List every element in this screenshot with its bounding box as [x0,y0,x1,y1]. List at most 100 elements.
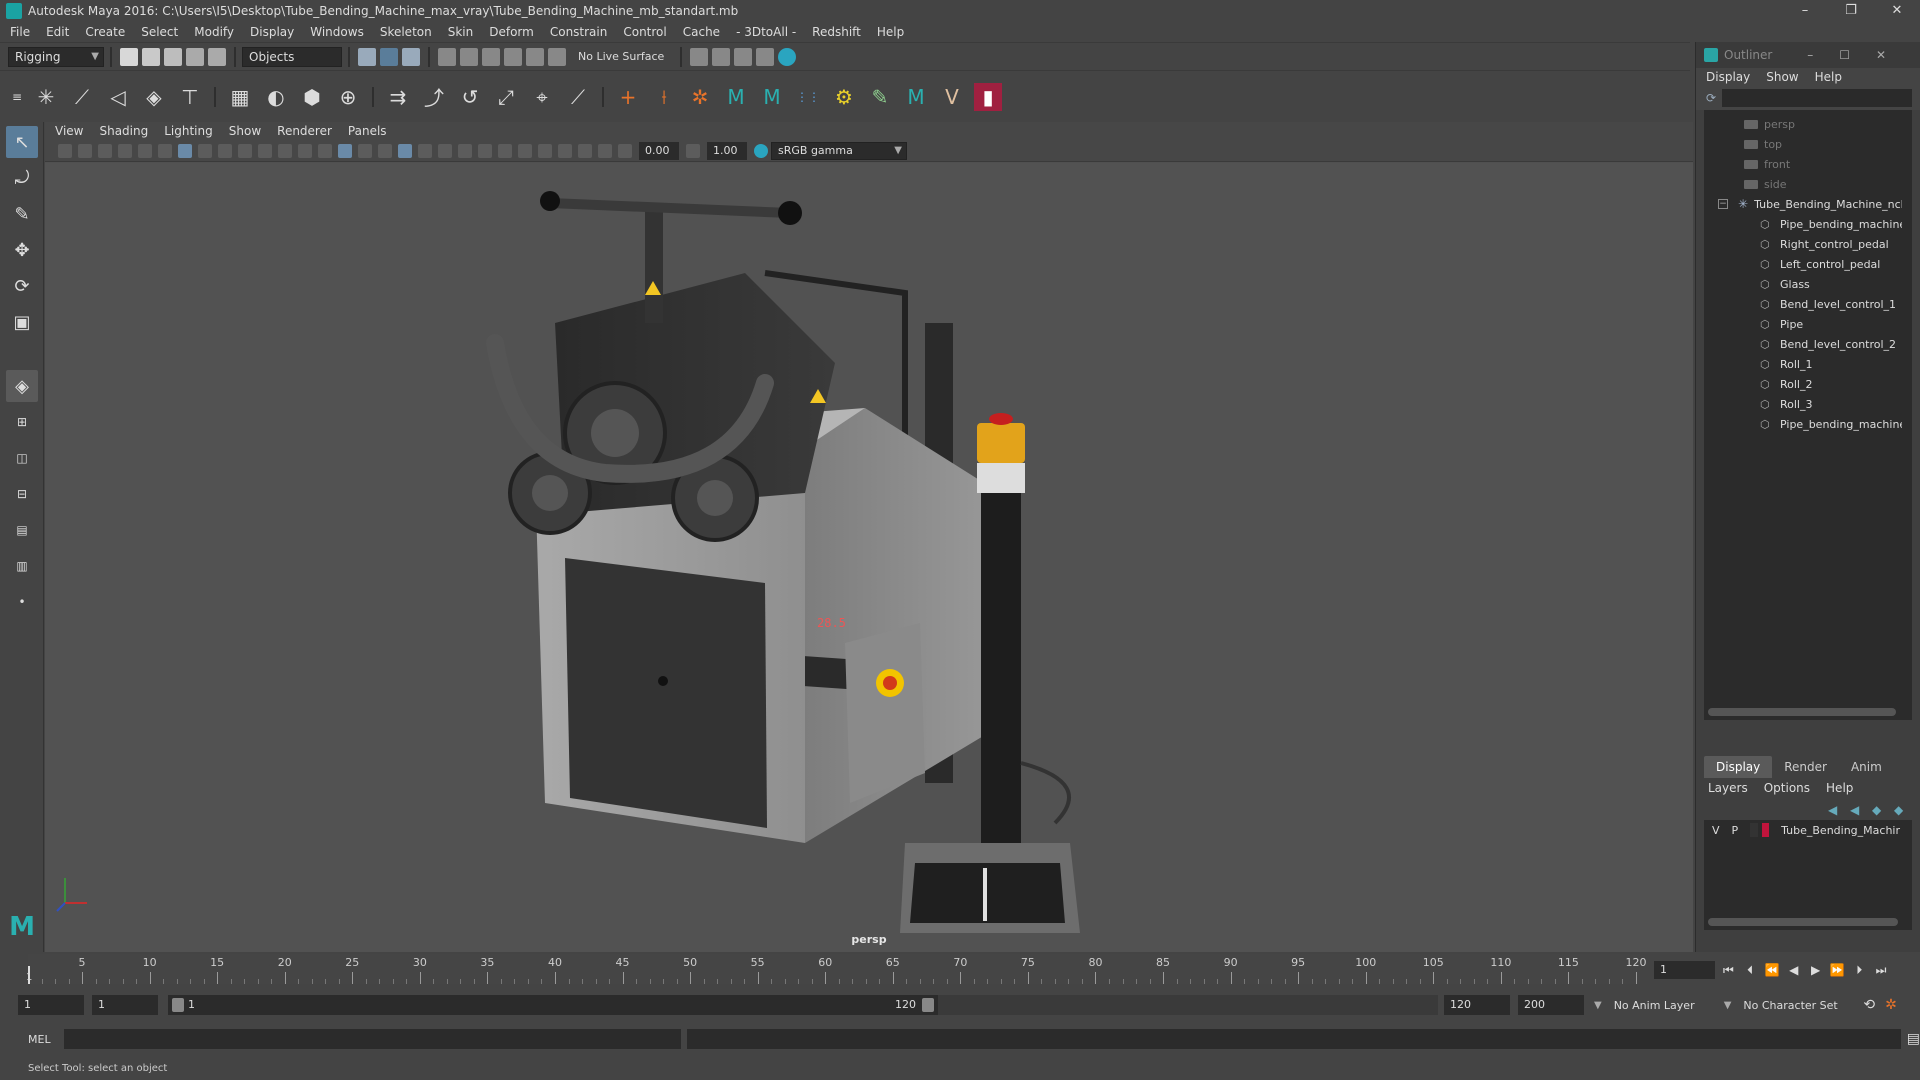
layout-two-stack-icon[interactable]: ⊟ [6,478,38,510]
outliner-camera-item[interactable]: side [1704,174,1912,194]
parent-constraint-icon[interactable]: ⌖ [528,83,556,111]
gamma-icon[interactable] [686,143,700,158]
rotate-tool-icon[interactable]: ⟳ [6,270,38,302]
motion-blur-icon[interactable] [478,143,492,158]
go-to-start-icon[interactable]: ⏮ [1719,963,1737,978]
command-input[interactable] [63,1029,682,1049]
save-scene-icon[interactable] [164,47,182,66]
snap-grid-icon[interactable] [438,47,456,66]
select-by-component-icon[interactable] [402,47,420,66]
smooth-shade-icon[interactable] [338,143,352,158]
menu-edit[interactable]: Edit [46,25,69,39]
range-start-handle[interactable] [172,998,184,1012]
snap-view-icon[interactable] [504,47,522,66]
mudbox-icon[interactable]: M [902,83,930,111]
range-end-handle[interactable] [922,998,934,1012]
panel-menu-view[interactable]: View [55,124,83,138]
grease-pencil-icon[interactable] [158,143,172,158]
ik-handle-icon[interactable]: ⟋ [68,83,96,111]
outliner-mesh-item[interactable]: ⬡ Pipe_bending_machine_ [1704,214,1912,234]
panel-menu-show[interactable]: Show [229,124,261,138]
lights-icon[interactable] [418,143,432,158]
minimize-button[interactable]: – [1782,0,1828,22]
blendshape-icon[interactable]: ⊕ [334,83,362,111]
render-current-icon[interactable] [690,47,709,66]
menu-redshift[interactable]: Redshift [812,25,861,39]
redo-icon[interactable] [208,47,226,66]
paint-weights-icon[interactable]: ✎ [866,83,894,111]
select-tool-icon[interactable]: ↖ [6,126,38,158]
menu-deform[interactable]: Deform [489,25,534,39]
menu-file[interactable]: File [10,25,30,39]
snap-live-icon[interactable] [548,47,566,66]
shelf-menu-icon[interactable]: ≡ [10,83,24,111]
playback-end-field[interactable]: 120 [1444,995,1510,1015]
layer-menu-layers[interactable]: Layers [1708,781,1748,795]
collapse-icon[interactable]: − [1718,199,1728,209]
measure-icon[interactable]: ⟊ [650,83,678,111]
menu-skin[interactable]: Skin [448,25,474,39]
range-slider[interactable]: 1 120 [168,995,938,1015]
script-language-label[interactable]: MEL [28,1033,64,1046]
live-surface-label[interactable]: No Live Surface [578,50,664,63]
render-view-icon[interactable] [778,47,797,66]
wireframe-on-shaded-icon[interactable] [378,143,392,158]
outliner-tree[interactable]: persp top front side − ✳ Tube_Bending_Mach… [1704,110,1912,720]
camera-select-icon[interactable] [58,143,72,158]
lattice-icon[interactable]: ▦ [226,83,254,111]
animation-end-field[interactable]: 200 [1518,995,1584,1015]
outliner-mesh-item[interactable]: ⬡ Roll_1 [1704,354,1912,374]
bookmark-icon[interactable] [98,143,112,158]
exposure-icon[interactable] [618,143,632,158]
orient-constraint-icon[interactable]: ↺ [456,83,484,111]
new-layer-icon[interactable]: ◆ [1872,803,1886,817]
outliner-menu-help[interactable]: Help [1815,70,1842,84]
point-constraint-icon[interactable]: ⇉ [384,83,412,111]
outliner-search-input[interactable] [1722,89,1913,107]
2d-pan-icon[interactable] [138,143,152,158]
anim-layer-dropdown[interactable]: No Anim Layer [1614,999,1724,1012]
step-forward-frame-icon[interactable]: ⏵ [1850,963,1868,978]
menu-windows[interactable]: Windows [310,25,364,39]
v-ray-icon[interactable]: V [938,83,966,111]
layer-row[interactable]: V P Tube_Bending_Machir [1704,820,1912,840]
step-back-frame-icon[interactable]: ⏴ [1741,963,1759,978]
menu-create[interactable]: Create [85,25,125,39]
chevron-down-icon[interactable]: ▼ [1594,1000,1602,1011]
menu-cache[interactable]: Cache [683,25,720,39]
tab-render[interactable]: Render [1772,756,1839,778]
panel-menu-lighting[interactable]: Lighting [164,124,213,138]
open-scene-icon[interactable] [142,47,160,66]
layout-four-icon[interactable]: ⊞ [6,406,38,438]
menu-modify[interactable]: Modify [194,25,234,39]
locator-icon[interactable]: + [614,83,642,111]
color-management-icon[interactable] [754,143,768,158]
menu-skeleton[interactable]: Skeleton [380,25,432,39]
filter-icon[interactable]: ⟳ [1706,91,1716,105]
script-editor-icon[interactable]: ▤ [1907,1031,1920,1047]
character-set-dropdown[interactable]: No Character Set [1743,999,1859,1012]
wireframe-icon[interactable] [318,143,332,158]
render-settings-icon[interactable] [734,47,753,66]
chevron-down-icon[interactable]: ▼ [1724,1000,1732,1011]
layout-single-icon[interactable]: ◈ [6,370,38,402]
outliner-camera-item[interactable]: persp [1704,114,1912,134]
mirror-joint-icon[interactable]: ⊤ [176,83,204,111]
xray-components-icon[interactable] [598,143,612,158]
resolution-gate-icon[interactable] [218,143,232,158]
paint-select-icon[interactable]: ✎ [6,198,38,230]
go-to-end-icon[interactable]: ⏭ [1872,963,1890,978]
layer-color-swatch[interactable] [1761,823,1770,837]
auto-key-icon[interactable]: ⟲ [1863,997,1875,1013]
view-transform-dropdown[interactable]: sRGB gamma ▼ [771,141,907,160]
new-layer-selected-icon[interactable]: ◆ [1894,803,1908,817]
menu-set-dropdown[interactable]: Rigging ▼ [8,46,104,67]
sculpt-icon[interactable]: ✲ [686,83,714,111]
outliner-mesh-item[interactable]: ⬡ Pipe [1704,314,1912,334]
move-layer-down-icon[interactable]: ◀ [1850,803,1864,817]
aim-constraint-icon[interactable]: ⤴ [420,83,448,111]
joint-tool-icon[interactable]: ✳ [32,83,60,111]
menu-display[interactable]: Display [250,25,294,39]
cluster-icon[interactable]: ◐ [262,83,290,111]
layer-horizontal-scrollbar[interactable] [1708,918,1898,926]
